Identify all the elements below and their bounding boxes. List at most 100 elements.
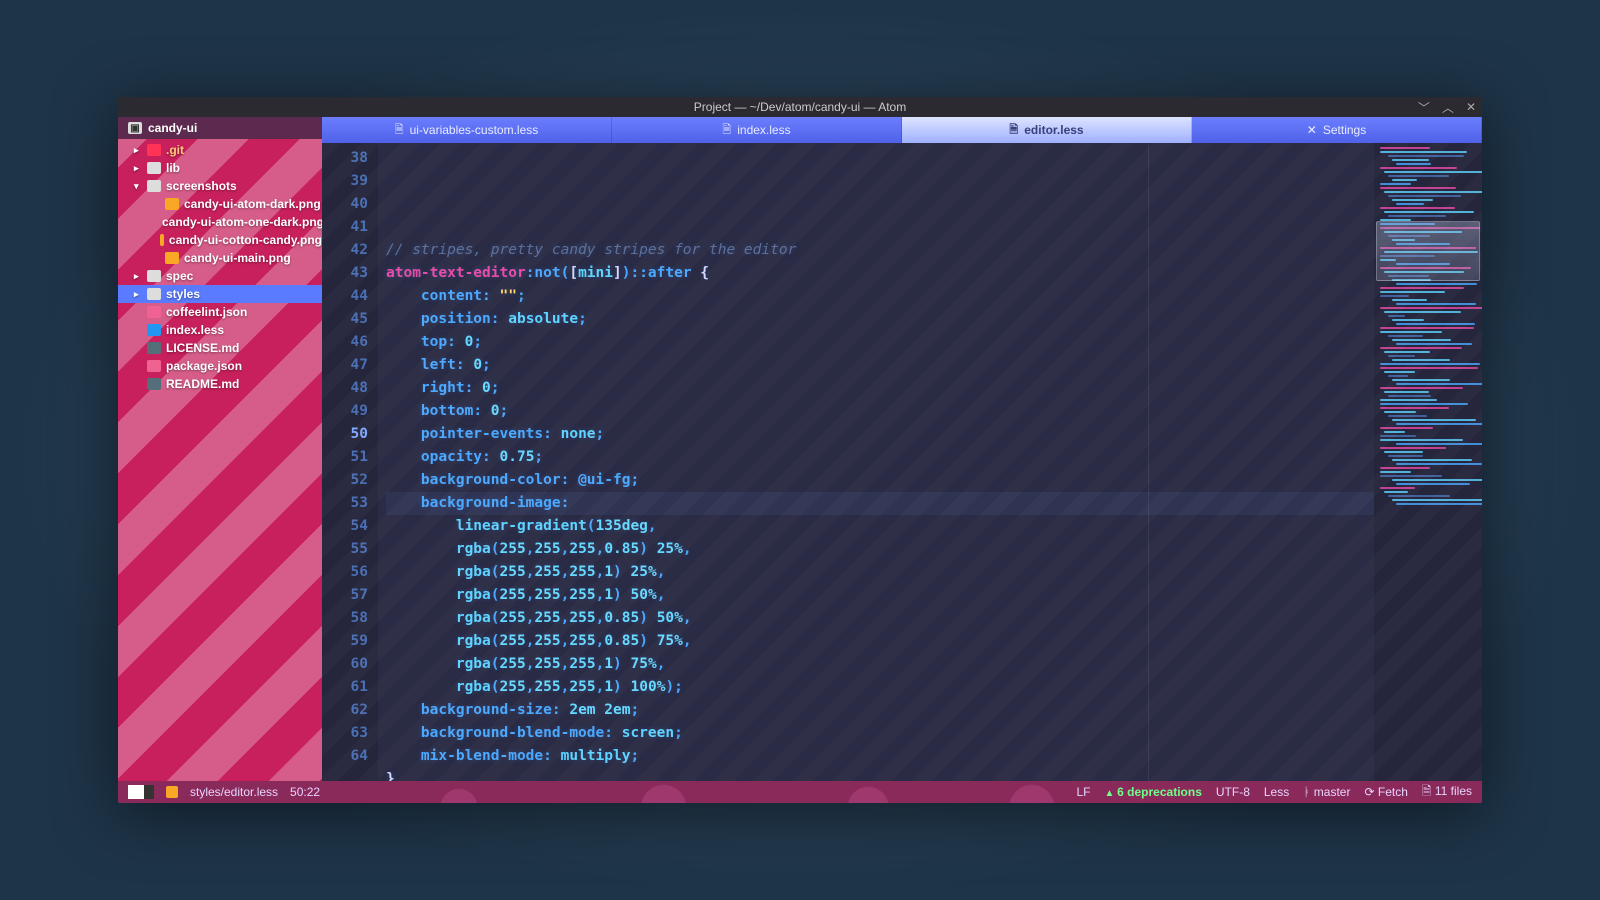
tree-view[interactable]: ▣ candy-ui ▸.git▸lib▾screenshotscandy-ui…	[118, 117, 322, 781]
code-line[interactable]: top: 0;	[386, 331, 1374, 354]
line-number[interactable]: 50	[322, 423, 368, 446]
line-number[interactable]: 47	[322, 354, 368, 377]
tree-file[interactable]: candy-ui-atom-one-dark.png	[118, 213, 322, 231]
code-line[interactable]: background-image:	[386, 492, 1374, 515]
status-deprecations[interactable]: 6 deprecations	[1104, 785, 1201, 799]
tree-file[interactable]: candy-ui-main.png	[118, 249, 322, 267]
status-file-path[interactable]: styles/editor.less	[190, 785, 278, 799]
titlebar[interactable]: Project — ~/Dev/atom/candy-ui — Atom ﹀ ︿…	[118, 97, 1482, 117]
code-line[interactable]	[386, 216, 1374, 239]
code-area[interactable]: // stripes, pretty candy stripes for the…	[378, 143, 1374, 781]
editor-body[interactable]: 3839404142434445464748495051525354555657…	[322, 143, 1482, 781]
line-number[interactable]: 44	[322, 285, 368, 308]
tab-file[interactable]: 🗎editor.less	[902, 117, 1192, 143]
code-line[interactable]: linear-gradient(135deg,	[386, 515, 1374, 538]
code-line[interactable]: background-color: @ui-fg;	[386, 469, 1374, 492]
status-cursor-position[interactable]: 50:22	[290, 785, 320, 799]
minimap-line	[1384, 311, 1461, 313]
line-number[interactable]: 38	[322, 147, 368, 170]
code-line[interactable]: mix-blend-mode: multiply;	[386, 745, 1374, 768]
code-line[interactable]: left: 0;	[386, 354, 1374, 377]
line-number[interactable]: 39	[322, 170, 368, 193]
line-number[interactable]: 51	[322, 446, 368, 469]
line-number[interactable]: 48	[322, 377, 368, 400]
code-line[interactable]: right: 0;	[386, 377, 1374, 400]
line-number[interactable]: 52	[322, 469, 368, 492]
line-number[interactable]: 63	[322, 722, 368, 745]
minimap-line	[1396, 343, 1472, 345]
tab-settings[interactable]: ✕Settings	[1192, 117, 1482, 143]
line-number[interactable]: 49	[322, 400, 368, 423]
status-grammar[interactable]: Less	[1264, 785, 1289, 799]
code-line[interactable]: content: "";	[386, 285, 1374, 308]
status-line-ending[interactable]: LF	[1076, 785, 1090, 799]
code-line[interactable]: rgba(255,255,255,0.85) 25%,	[386, 538, 1374, 561]
line-number[interactable]: 45	[322, 308, 368, 331]
tree-file[interactable]: package.json	[118, 357, 322, 375]
project-header[interactable]: ▣ candy-ui	[118, 117, 322, 139]
line-number[interactable]: 40	[322, 193, 368, 216]
line-number[interactable]: 42	[322, 239, 368, 262]
code-line[interactable]: // stripes, pretty candy stripes for the…	[386, 239, 1374, 262]
code-line[interactable]: pointer-events: none;	[386, 423, 1374, 446]
tree-file[interactable]: candy-ui-atom-dark.png	[118, 195, 322, 213]
code-line[interactable]: rgba(255,255,255,1) 50%,	[386, 584, 1374, 607]
line-number[interactable]: 41	[322, 216, 368, 239]
code-line[interactable]: background-blend-mode: screen;	[386, 722, 1374, 745]
status-files[interactable]: 🗎 11 files	[1422, 782, 1472, 803]
close-button[interactable]: ✕	[1466, 100, 1476, 114]
tab-file[interactable]: 🗎ui-variables-custom.less	[322, 117, 612, 143]
minimize-button[interactable]: ﹀	[1418, 99, 1430, 116]
minimap-line	[1384, 451, 1423, 453]
status-git-branch[interactable]: ᛓ master	[1303, 785, 1350, 799]
code-line[interactable]: bottom: 0;	[386, 400, 1374, 423]
maximize-button[interactable]: ︿	[1442, 99, 1454, 116]
status-mode-icon[interactable]	[128, 785, 154, 799]
minimap-line	[1396, 283, 1477, 285]
line-number[interactable]: 56	[322, 561, 368, 584]
tab-file[interactable]: 🗎index.less	[612, 117, 902, 143]
code-line[interactable]: atom-text-editor:not([mini])::after {	[386, 262, 1374, 285]
tree-file[interactable]: LICENSE.md	[118, 339, 322, 357]
tree-item-label: screenshots	[166, 179, 237, 193]
status-encoding[interactable]: UTF-8	[1216, 785, 1250, 799]
tree-file[interactable]: candy-ui-cotton-candy.png	[118, 231, 322, 249]
tree-folder[interactable]: ▾screenshots	[118, 177, 322, 195]
editor-window: Project — ~/Dev/atom/candy-ui — Atom ﹀ ︿…	[118, 97, 1482, 803]
tree-file[interactable]: README.md	[118, 375, 322, 393]
line-number[interactable]: 62	[322, 699, 368, 722]
minimap[interactable]	[1374, 143, 1482, 781]
line-number[interactable]: 55	[322, 538, 368, 561]
line-number[interactable]: 46	[322, 331, 368, 354]
code-line[interactable]: position: absolute;	[386, 308, 1374, 331]
code-line[interactable]: rgba(255,255,255,1) 75%,	[386, 653, 1374, 676]
tree-folder[interactable]: ▸spec	[118, 267, 322, 285]
code-line[interactable]: rgba(255,255,255,0.85) 50%,	[386, 607, 1374, 630]
line-number[interactable]: 64	[322, 745, 368, 768]
line-number[interactable]: 53	[322, 492, 368, 515]
line-number[interactable]: 54	[322, 515, 368, 538]
minimap-viewport[interactable]	[1376, 221, 1480, 281]
code-line[interactable]: }	[386, 768, 1374, 781]
minimap-line	[1380, 387, 1463, 389]
tree-item-label: package.json	[166, 359, 242, 373]
line-number[interactable]: 43	[322, 262, 368, 285]
code-line[interactable]: opacity: 0.75;	[386, 446, 1374, 469]
tree-folder[interactable]: ▸.git	[118, 141, 322, 159]
code-line[interactable]: background-size: 2em 2em;	[386, 699, 1374, 722]
line-number[interactable]: 58	[322, 607, 368, 630]
line-number[interactable]: 60	[322, 653, 368, 676]
line-number[interactable]: 59	[322, 630, 368, 653]
line-number[interactable]: 61	[322, 676, 368, 699]
tree-folder[interactable]: ▸styles	[118, 285, 322, 303]
tree-file[interactable]: coffeelint.json	[118, 303, 322, 321]
status-fetch[interactable]: ⟳ Fetch	[1364, 785, 1407, 799]
minimap-line	[1392, 339, 1451, 341]
minimap-line	[1388, 375, 1408, 377]
line-number[interactable]: 57	[322, 584, 368, 607]
code-line[interactable]: rgba(255,255,255,1) 100%);	[386, 676, 1374, 699]
tree-file[interactable]: index.less	[118, 321, 322, 339]
code-line[interactable]: rgba(255,255,255,0.85) 75%,	[386, 630, 1374, 653]
code-line[interactable]: rgba(255,255,255,1) 25%,	[386, 561, 1374, 584]
tree-folder[interactable]: ▸lib	[118, 159, 322, 177]
